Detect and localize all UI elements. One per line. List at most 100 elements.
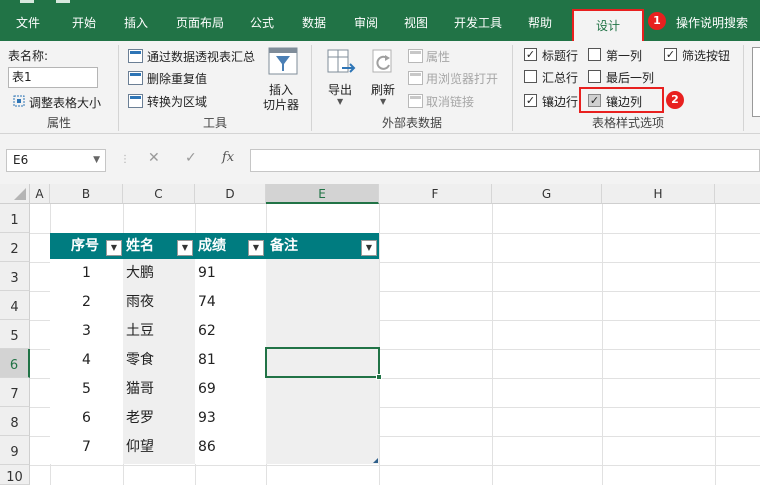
table-cell[interactable]: 老罗 xyxy=(126,404,154,433)
table-cell[interactable]: 3 xyxy=(50,317,123,346)
total-row-checkbox[interactable] xyxy=(524,70,537,83)
table-cell[interactable]: 6 xyxy=(50,404,123,433)
tab-home[interactable]: 开始 xyxy=(62,6,106,41)
column-header[interactable]: G xyxy=(492,184,602,204)
last-column-checkbox[interactable] xyxy=(588,70,601,83)
table-cell[interactable]: 仰望 xyxy=(126,433,154,462)
formula-input[interactable] xyxy=(250,149,760,172)
export-button[interactable]: 导出 xyxy=(328,81,352,98)
refresh-button[interactable]: 刷新 xyxy=(371,81,395,98)
filter-dropdown-icon[interactable]: ▼ xyxy=(106,240,122,256)
select-all-corner[interactable] xyxy=(0,184,30,204)
gridline xyxy=(602,204,603,485)
row-header[interactable]: 10 xyxy=(0,465,30,485)
table-name-input[interactable]: 表1 xyxy=(8,67,98,88)
tab-file[interactable]: 文件 xyxy=(6,6,50,41)
tab-developer[interactable]: 开发工具 xyxy=(446,6,510,41)
refresh-chevron-icon[interactable]: ▼ xyxy=(380,97,386,106)
table-cell[interactable]: 81 xyxy=(198,346,216,375)
table-cell[interactable]: 69 xyxy=(198,375,216,404)
tab-tell-me[interactable]: 操作说明搜索 xyxy=(668,6,756,41)
row-header[interactable]: 9 xyxy=(0,436,30,465)
open-in-browser-button[interactable]: 用浏览器打开 xyxy=(426,70,498,87)
summarize-pivot-button[interactable]: 通过数据透视表汇总 xyxy=(147,48,255,65)
filter-dropdown-icon[interactable]: ▼ xyxy=(177,240,193,256)
table-cell[interactable]: 土豆 xyxy=(126,317,154,346)
step-badge-2: 2 xyxy=(666,91,684,109)
fill-handle[interactable] xyxy=(376,374,382,380)
table-cell[interactable]: 74 xyxy=(198,288,216,317)
table-cell[interactable]: 86 xyxy=(198,433,216,462)
worksheet-grid[interactable]: A B C D E F G H 1 2 3 4 5 6 7 8 9 10 序号 … xyxy=(0,184,760,485)
filter-dropdown-icon[interactable]: ▼ xyxy=(248,240,264,256)
tab-help[interactable]: 帮助 xyxy=(518,6,562,41)
banded-columns-checkbox[interactable]: ✓ xyxy=(588,94,601,107)
resize-table-icon xyxy=(13,95,25,107)
group-style-options: ✓ 标题行 汇总行 ✓ 镶边行 第一列 最后一列 ✓ 镶边列 2 ✓ 筛选按钮 … xyxy=(513,41,743,134)
column-header[interactable]: F xyxy=(379,184,492,204)
cancel-icon[interactable]: ✕ xyxy=(148,150,160,166)
row-header[interactable]: 3 xyxy=(0,262,30,291)
table-cell[interactable]: 4 xyxy=(50,346,123,375)
enter-icon[interactable]: ✓ xyxy=(185,150,197,166)
row-header[interactable]: 5 xyxy=(0,320,30,349)
column-header[interactable]: E xyxy=(266,184,379,204)
formula-bar-area: E6 ▼ ⋮ ✕ ✓ fx xyxy=(0,134,760,184)
tab-page-layout[interactable]: 页面布局 xyxy=(168,6,232,41)
table-header-cell[interactable]: 备注 ▼ xyxy=(266,233,379,259)
row-header[interactable]: 2 xyxy=(0,233,30,262)
table-cell[interactable]: 猫哥 xyxy=(126,375,154,404)
row-header[interactable]: 7 xyxy=(0,378,30,407)
row-header[interactable]: 8 xyxy=(0,407,30,436)
column-header[interactable]: C xyxy=(123,184,195,204)
column-header[interactable]: A xyxy=(30,184,50,204)
tab-view[interactable]: 视图 xyxy=(394,6,438,41)
remove-duplicates-icon xyxy=(128,71,143,85)
resize-table-button[interactable]: 调整表格大小 xyxy=(29,94,101,111)
column-header[interactable]: B xyxy=(50,184,123,204)
table-cell[interactable]: 1 xyxy=(50,259,123,288)
column-header[interactable]: D xyxy=(195,184,266,204)
table-cell[interactable]: 93 xyxy=(198,404,216,433)
external-properties-button[interactable]: 属性 xyxy=(426,48,450,65)
table-resize-handle[interactable] xyxy=(373,458,378,463)
save-icon[interactable] xyxy=(20,0,34,3)
gridline xyxy=(30,465,760,466)
tab-design[interactable]: 设计 xyxy=(572,9,644,41)
row-header[interactable]: 4 xyxy=(0,291,30,320)
filter-button-checkbox[interactable]: ✓ xyxy=(664,48,677,61)
remove-duplicates-button[interactable]: 删除重复值 xyxy=(147,70,207,87)
table-cell[interactable]: 2 xyxy=(50,288,123,317)
header-row-checkbox[interactable]: ✓ xyxy=(524,48,537,61)
export-chevron-icon[interactable]: ▼ xyxy=(337,97,343,106)
row-header[interactable]: 1 xyxy=(0,204,30,233)
table-header-cell[interactable]: 成绩 ▼ xyxy=(195,233,266,259)
active-cell-selection[interactable] xyxy=(265,347,382,380)
tab-data[interactable]: 数据 xyxy=(292,6,336,41)
undo-icon[interactable] xyxy=(56,0,70,3)
insert-function-icon[interactable]: fx xyxy=(222,150,234,165)
table-cell[interactable]: 62 xyxy=(198,317,216,346)
tab-review[interactable]: 审阅 xyxy=(344,6,388,41)
table-header-cell[interactable]: 姓名 ▼ xyxy=(123,233,195,259)
table-cell[interactable]: 91 xyxy=(198,259,216,288)
table-styles-gallery[interactable] xyxy=(752,47,760,117)
filter-dropdown-icon[interactable]: ▼ xyxy=(361,240,377,256)
name-box-dropdown-icon[interactable]: ▼ xyxy=(93,150,100,171)
name-box[interactable]: E6 ▼ xyxy=(6,149,106,172)
first-column-checkbox[interactable] xyxy=(588,48,601,61)
tab-formulas[interactable]: 公式 xyxy=(240,6,284,41)
table-header-cell[interactable]: 序号 ▼ xyxy=(50,233,123,259)
row-header[interactable]: 6 xyxy=(0,349,30,378)
table-cell[interactable]: 雨夜 xyxy=(126,288,154,317)
table-cell[interactable]: 零食 xyxy=(126,346,154,375)
tab-insert[interactable]: 插入 xyxy=(114,6,158,41)
banded-rows-checkbox[interactable]: ✓ xyxy=(524,94,537,107)
insert-slicer-line2[interactable]: 切片器 xyxy=(263,96,299,113)
convert-to-range-button[interactable]: 转换为区域 xyxy=(147,93,207,110)
unlink-button[interactable]: 取消链接 xyxy=(426,93,474,110)
table-cell[interactable]: 7 xyxy=(50,433,123,462)
table-cell[interactable]: 5 xyxy=(50,375,123,404)
table-cell[interactable]: 大鹏 xyxy=(126,259,154,288)
column-header[interactable]: H xyxy=(602,184,715,204)
